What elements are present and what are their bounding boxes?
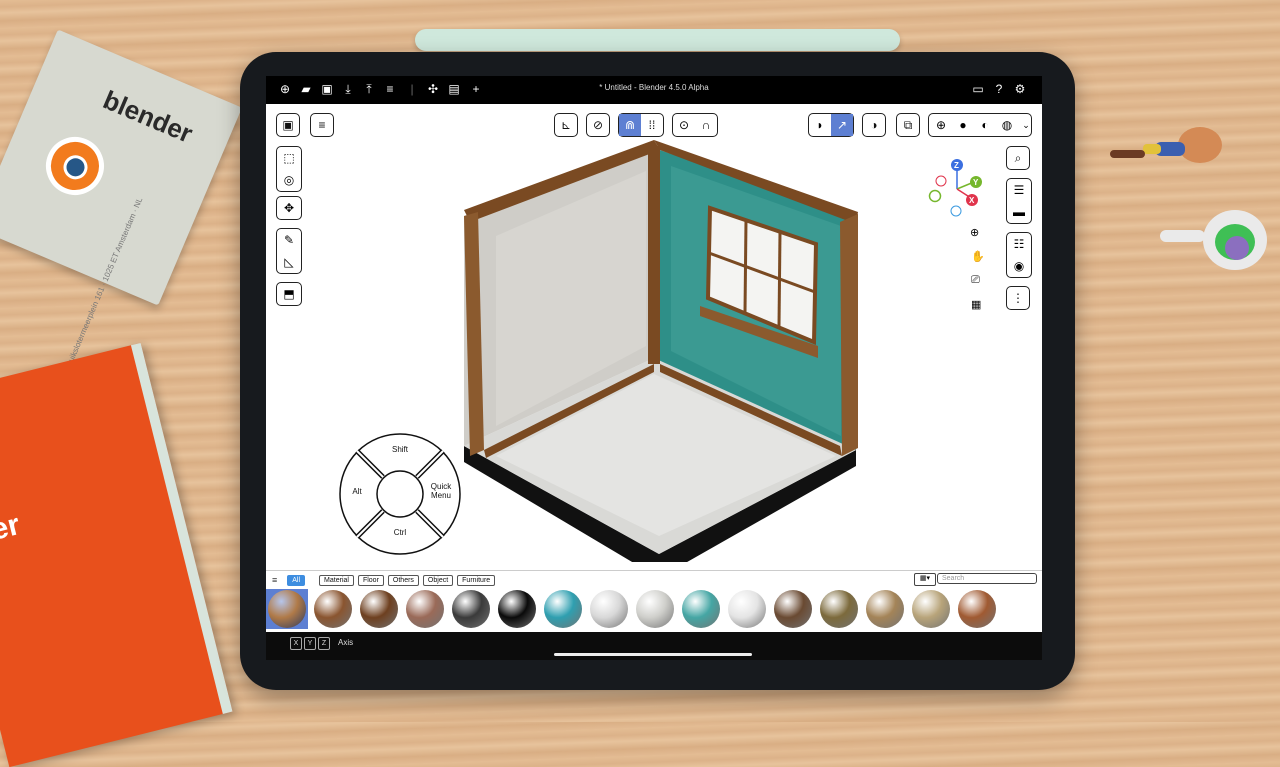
modifier-wheel: Shift Alt Quick Menu Ctrl: [338, 432, 462, 556]
status-axis-label: Axis: [338, 638, 354, 647]
shading-group: ⊕ ● ◐ ◍ ⌄: [928, 113, 1032, 137]
select-box-icon[interactable]: ⬚: [277, 147, 301, 169]
wireframe-shading-icon[interactable]: ⊕: [930, 114, 952, 136]
blender-screen: ⊕ ▰ ▣ ⤓ ⤒ ≡ | ✣ ▤ + * Untitled - Blender…: [266, 76, 1042, 660]
material-olive-wood[interactable]: [820, 590, 858, 628]
material-clay[interactable]: [406, 590, 444, 628]
eye-icon[interactable]: ◉: [1007, 255, 1031, 277]
settings-icon[interactable]: ⚙: [1013, 82, 1027, 96]
more-button[interactable]: ⋮: [1006, 286, 1030, 310]
tab-others[interactable]: Others: [387, 574, 419, 586]
gizmo-x-label: X: [969, 196, 975, 205]
blender-logo-icon: [36, 127, 113, 204]
zoom-search-button[interactable]: ⌕: [1006, 146, 1030, 170]
annotate-tool-group: ✎ ◺: [276, 228, 302, 274]
view-mode-select[interactable]: ▦▾: [914, 573, 936, 586]
material-white-plaster[interactable]: [590, 590, 628, 628]
move-tool-group: ✥: [276, 196, 302, 220]
xray-button[interactable]: ⧉: [896, 113, 920, 137]
move-icon[interactable]: ✥: [277, 197, 301, 219]
material-cherry[interactable]: [958, 590, 996, 628]
key-y: Y: [304, 637, 316, 650]
view-group: ☷ ◉: [1006, 232, 1032, 278]
annotate-icon[interactable]: ✎: [277, 229, 301, 251]
material-wood-light[interactable]: [268, 590, 306, 628]
panel-group: ☰ ▬: [1006, 178, 1032, 224]
room-scene[interactable]: [456, 126, 866, 562]
material-teal-matte[interactable]: [682, 590, 720, 628]
material-wood-medium[interactable]: [314, 590, 352, 628]
quick-menu-button[interactable]: Quick Menu: [426, 482, 456, 500]
toy-figure-icon: [1110, 127, 1222, 163]
frame-selected-button[interactable]: ▣: [276, 113, 300, 137]
help-icon[interactable]: ?: [992, 82, 1006, 96]
tab-material[interactable]: Material: [319, 574, 354, 586]
monitor-icon[interactable]: ▭: [971, 82, 985, 96]
shift-key-button[interactable]: Shift: [380, 445, 420, 454]
tab-object[interactable]: Object: [422, 574, 454, 586]
pan-hand-icon[interactable]: ✋: [971, 250, 985, 263]
material-light-grey[interactable]: [636, 590, 674, 628]
zoom-icon[interactable]: ⊕: [970, 226, 979, 239]
card-brand: blender: [98, 84, 198, 149]
key-x: X: [290, 637, 302, 650]
key-z: Z: [318, 637, 330, 650]
card-address: Buikslotermeerplein 161 · 1025 ET Amster…: [64, 196, 145, 369]
outliner-icon[interactable]: ☰: [1007, 179, 1031, 201]
tab-all[interactable]: All: [287, 574, 306, 586]
shading-dropdown-icon[interactable]: ⌄: [1015, 114, 1037, 136]
shelf-menu-icon[interactable]: ≡: [272, 575, 277, 585]
select-tool-group: ⬚ ◎: [276, 146, 302, 192]
status-bar: X Y Z Axis: [266, 632, 1042, 660]
orange-book: er: [0, 342, 233, 767]
3d-viewport[interactable]: ▣ ≡ ⊾ ⊘ ⋒ ⁞⁞ ⊙ ∩ ◗ ↗ ◑ ⧉ ⊕ ● ◐ ◍ ⌄ ⬚ ◎ ✥…: [266, 104, 1042, 570]
navigation-gizmo[interactable]: Z Y X: [921, 154, 991, 224]
material-shading-icon[interactable]: ◐: [974, 114, 996, 136]
alt-key-button[interactable]: Alt: [344, 487, 370, 496]
cursor-icon[interactable]: ◎: [277, 169, 301, 191]
asset-shelf: ≡ All Material Floor Others Object Furni…: [266, 570, 1042, 633]
measure-icon[interactable]: ◺: [277, 251, 301, 273]
grid-icon[interactable]: ▦: [971, 298, 981, 311]
solid-shading-icon[interactable]: ●: [952, 114, 974, 136]
material-walnut[interactable]: [774, 590, 812, 628]
apple-pencil: [415, 29, 900, 51]
top-toolbar: ⊕ ▰ ▣ ⤓ ⤒ ≡ | ✣ ▤ + * Untitled - Blender…: [266, 76, 1042, 104]
ctrl-key-button[interactable]: Ctrl: [380, 528, 420, 537]
tab-floor[interactable]: Floor: [357, 574, 384, 586]
camera-icon[interactable]: ⎚: [971, 274, 980, 287]
material-black-gloss[interactable]: [498, 590, 536, 628]
material-oak[interactable]: [866, 590, 904, 628]
toy-spaceman-icon: [1160, 210, 1267, 270]
asset-tabs: ≡ All Material Floor Others Object Furni…: [272, 573, 496, 587]
gizmo-y-label: Y: [973, 178, 979, 187]
add-tool-group: ⬒: [276, 282, 302, 306]
material-wood-parquet[interactable]: [360, 590, 398, 628]
add-cube-icon[interactable]: ⬒: [277, 283, 301, 305]
home-indicator: [554, 653, 752, 656]
properties-icon[interactable]: ▬: [1007, 201, 1031, 223]
tweak-icon[interactable]: ☷: [1007, 233, 1031, 255]
window-title: * Untitled - Blender 4.5.0 Alpha: [599, 83, 709, 92]
blender-business-card: blender Buikslotermeerplein 161 · 1025 E…: [0, 29, 243, 368]
material-white-matte[interactable]: [728, 590, 766, 628]
gizmo-z-label: Z: [954, 161, 959, 170]
material-sand[interactable]: [912, 590, 950, 628]
asset-search-input[interactable]: Search: [937, 573, 1037, 584]
material-teal-gloss[interactable]: [544, 590, 582, 628]
book-text: er: [0, 508, 24, 547]
viewport-menu-button[interactable]: ≡: [310, 113, 334, 137]
material-metal-dark[interactable]: [452, 590, 490, 628]
tab-furniture[interactable]: Furniture: [457, 574, 496, 586]
